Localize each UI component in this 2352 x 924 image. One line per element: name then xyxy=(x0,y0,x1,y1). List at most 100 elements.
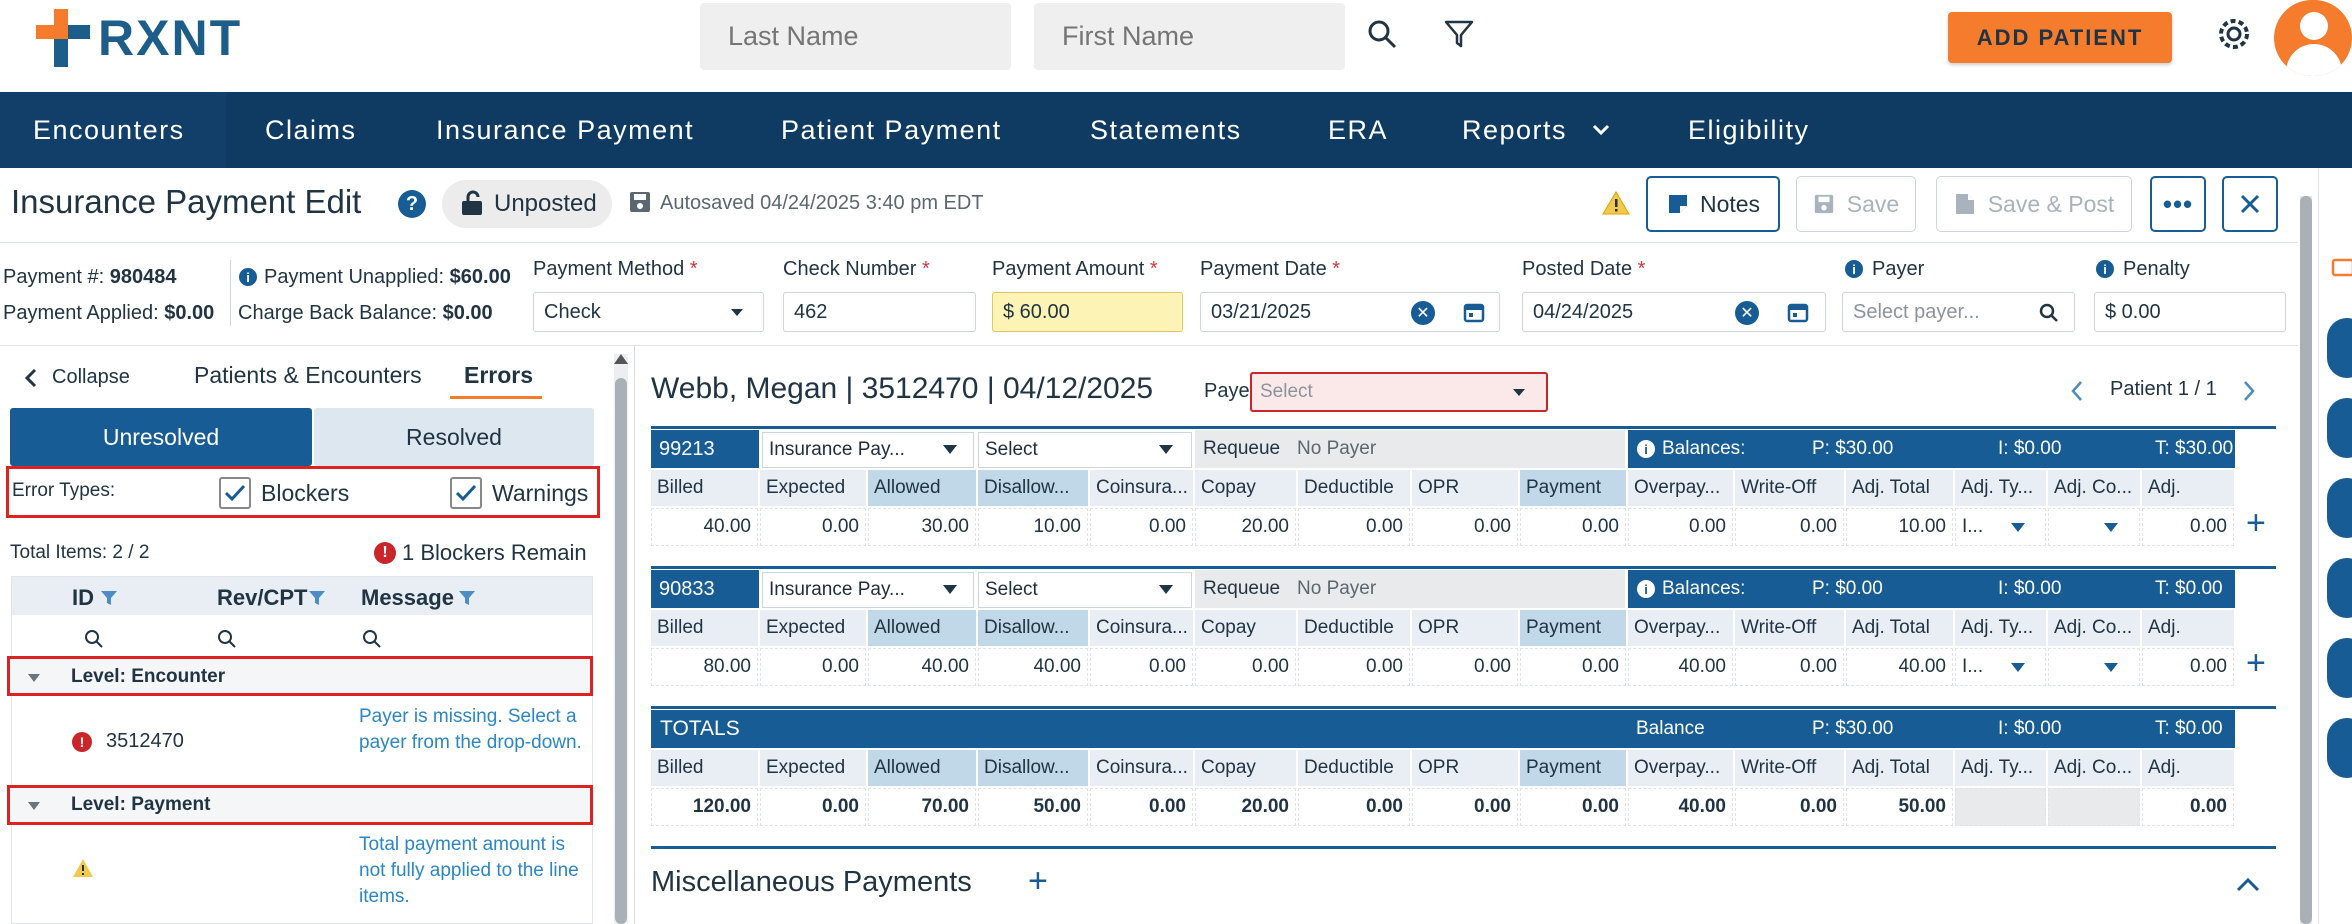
value-cell[interactable]: 0.00 xyxy=(760,648,866,686)
blockers-checkbox[interactable] xyxy=(219,477,251,509)
gear-icon[interactable] xyxy=(2216,16,2252,52)
value-cell[interactable]: 10.00 xyxy=(1846,508,1953,546)
nav-era[interactable]: ERA xyxy=(1328,92,1388,168)
avatar[interactable] xyxy=(2274,0,2352,76)
add-line-icon[interactable]: + xyxy=(2246,504,2266,543)
value-cell[interactable]: 0.00 xyxy=(2142,508,2234,546)
value-cell[interactable]: 0.00 xyxy=(1412,648,1518,686)
value-cell[interactable]: 0.00 xyxy=(1735,508,1844,546)
nav-claims[interactable]: Claims xyxy=(265,92,357,168)
collapse-arrow-icon[interactable] xyxy=(28,802,40,810)
search-icon[interactable] xyxy=(362,629,382,649)
search-icon[interactable] xyxy=(217,629,237,649)
payment-method-select[interactable]: Check xyxy=(533,292,764,332)
clear-date-icon[interactable]: ✕ xyxy=(1411,301,1435,325)
requeue-label[interactable]: Requeue xyxy=(1203,438,1280,460)
value-cell[interactable]: 30.00 xyxy=(868,508,976,546)
insurance-pay-select[interactable]: Insurance Pay... xyxy=(762,432,974,468)
filter-icon[interactable] xyxy=(458,589,476,607)
filter-icon[interactable] xyxy=(308,589,326,607)
column-id[interactable]: ID xyxy=(72,585,94,611)
main-scrollbar-track[interactable] xyxy=(2300,196,2312,924)
notes-button[interactable]: Notes xyxy=(1646,176,1780,232)
chevron-left-icon[interactable] xyxy=(24,368,38,388)
calendar-icon[interactable] xyxy=(1463,301,1485,323)
payment-date-input[interactable]: 03/21/2025 ✕ xyxy=(1200,292,1500,332)
segment-unresolved[interactable]: Unresolved xyxy=(10,408,312,466)
rail-avatar-2[interactable] xyxy=(2327,398,2352,458)
info-icon[interactable]: i xyxy=(239,268,257,286)
chevron-up-icon[interactable] xyxy=(2236,876,2260,892)
tab-errors[interactable]: Errors xyxy=(464,362,533,389)
column-rev-cpt[interactable]: Rev/CPT xyxy=(217,585,307,611)
rail-avatar-6[interactable] xyxy=(2327,718,2352,778)
payer-select[interactable]: Select payer... xyxy=(1842,292,2075,332)
value-cell[interactable]: 40.00 xyxy=(651,508,758,546)
search-icon[interactable] xyxy=(1366,18,1398,50)
save-button[interactable]: Save xyxy=(1796,176,1916,232)
info-icon[interactable]: i xyxy=(1637,580,1655,598)
value-cell[interactable]: 0.00 xyxy=(1090,508,1193,546)
value-cell[interactable]: 0.00 xyxy=(1520,648,1626,686)
nav-insurance-payment[interactable]: Insurance Payment xyxy=(436,92,694,168)
posted-date-input[interactable]: 04/24/2025 ✕ xyxy=(1522,292,1826,332)
column-message[interactable]: Message xyxy=(361,585,454,611)
caret-down-icon[interactable] xyxy=(2104,523,2118,532)
value-cell[interactable]: 0.00 xyxy=(1298,508,1410,546)
chevron-down-icon[interactable] xyxy=(1592,124,1610,136)
value-cell[interactable]: 0.00 xyxy=(1735,648,1844,686)
error-message[interactable]: Total payment amount is not fully applie… xyxy=(359,832,585,910)
value-cell[interactable]: 0.00 xyxy=(1298,648,1410,686)
adjustment-select[interactable]: Select xyxy=(978,572,1192,608)
value-cell[interactable]: 0.00 xyxy=(1090,648,1193,686)
calendar-icon[interactable] xyxy=(1787,301,1809,323)
cpt-code[interactable]: 90833 xyxy=(651,570,759,608)
chat-icon[interactable] xyxy=(2331,258,2352,280)
last-name-input[interactable] xyxy=(700,3,1011,70)
add-misc-payment-icon[interactable]: + xyxy=(1028,862,1048,901)
help-icon[interactable]: ? xyxy=(398,190,426,218)
scroll-up-icon[interactable] xyxy=(614,354,628,364)
panel-scrollbar-thumb[interactable] xyxy=(615,378,627,924)
requeue-label[interactable]: Requeue xyxy=(1203,578,1280,600)
search-icon[interactable] xyxy=(2039,303,2059,323)
save-post-button[interactable]: Save & Post xyxy=(1936,176,2132,232)
caret-down-icon[interactable] xyxy=(2011,523,2025,532)
value-cell[interactable] xyxy=(2048,508,2140,546)
chevron-left-icon[interactable] xyxy=(2070,380,2084,402)
search-icon[interactable] xyxy=(84,629,104,649)
close-button[interactable] xyxy=(2222,176,2278,232)
check-number-input[interactable]: 462 xyxy=(783,292,976,332)
value-cell[interactable]: 0.00 xyxy=(760,508,866,546)
warning-icon[interactable] xyxy=(1602,190,1630,216)
value-cell[interactable]: 40.00 xyxy=(868,648,976,686)
panel-scrollbar-track[interactable] xyxy=(614,354,628,924)
error-message[interactable]: Payer is missing. Select a payer from th… xyxy=(359,704,585,756)
value-cell[interactable]: 10.00 xyxy=(978,508,1088,546)
value-cell[interactable]: 80.00 xyxy=(651,648,758,686)
info-icon[interactable]: i xyxy=(2096,260,2114,278)
nav-encounters[interactable]: Encounters xyxy=(33,92,185,168)
cpt-code[interactable]: 99213 xyxy=(651,430,759,468)
segment-resolved[interactable]: Resolved xyxy=(314,408,594,466)
nav-reports[interactable]: Reports xyxy=(1462,92,1567,168)
info-icon[interactable]: i xyxy=(1845,260,1863,278)
rxnt-logo[interactable]: RXNT xyxy=(34,8,242,68)
rail-avatar-4[interactable] xyxy=(2327,558,2352,618)
warnings-checkbox[interactable] xyxy=(450,477,482,509)
collapse-button[interactable]: Collapse xyxy=(52,366,130,389)
insurance-pay-select[interactable]: Insurance Pay... xyxy=(762,572,974,608)
more-options-button[interactable]: ••• xyxy=(2150,176,2206,232)
nav-statements[interactable]: Statements xyxy=(1090,92,1242,168)
penalty-input[interactable]: $ 0.00 xyxy=(2094,292,2286,332)
value-cell[interactable]: 40.00 xyxy=(1846,648,1953,686)
value-cell[interactable]: 40.00 xyxy=(978,648,1088,686)
info-icon[interactable]: i xyxy=(1637,440,1655,458)
value-cell[interactable]: 20.00 xyxy=(1195,508,1296,546)
main-scrollbar-thumb[interactable] xyxy=(2300,196,2312,924)
value-cell[interactable]: 0.00 xyxy=(1520,508,1626,546)
rail-avatar-1[interactable] xyxy=(2327,318,2352,378)
value-cell[interactable]: 0.00 xyxy=(1628,508,1733,546)
adjustment-select[interactable]: Select xyxy=(978,432,1192,468)
value-cell[interactable]: 0.00 xyxy=(2142,648,2234,686)
